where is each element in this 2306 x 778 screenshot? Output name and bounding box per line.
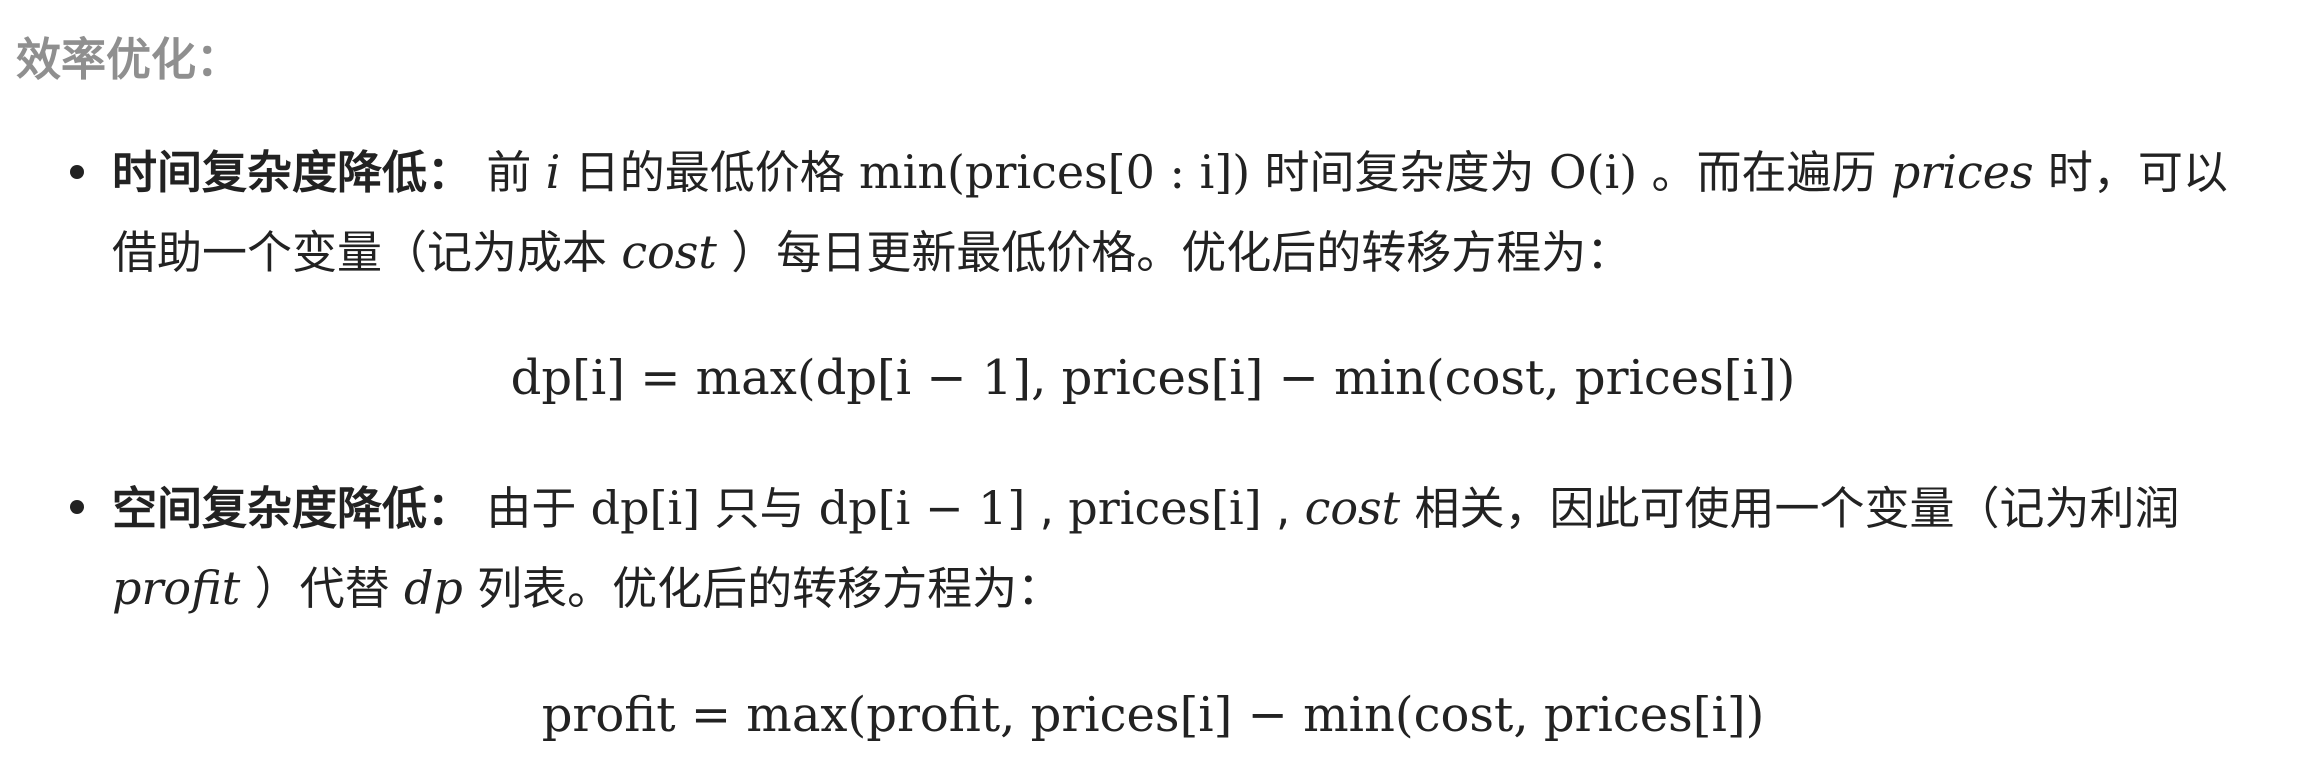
math-inline: prices[i] <box>1068 481 1262 535</box>
math-inline: cost <box>621 225 717 279</box>
document-page: 效率优化： 时间复杂度降低： 前 i 日的最低价格 min(prices[0 :… <box>0 0 2306 778</box>
text-span: , <box>1275 482 1291 535</box>
text-span: 时间复杂度为 <box>1264 146 1535 199</box>
math-inline: dp <box>403 561 463 615</box>
text-span: ）每日更新最低价格。优化后的转移方程为： <box>731 226 1632 279</box>
equation-1: dp[i] = max(dp[i − 1], prices[i] − min(c… <box>510 350 1796 406</box>
math-inline: prices <box>1890 145 2034 199</box>
math-inline: cost <box>1304 481 1401 535</box>
text-span: 列表。优化后的转移方程为： <box>477 562 1063 615</box>
item-1-lead: 时间复杂度降低： <box>112 146 473 199</box>
text-span: 由于 <box>486 482 577 535</box>
text-span: 时，可以 <box>2047 146 2228 199</box>
section-title: 效率优化： <box>16 33 242 86</box>
text-span: 相关，因此可使用一个变量（记为利润 <box>1414 482 2180 535</box>
math-inline: i <box>545 145 561 199</box>
text-span: 借助一个变量（记为成本 <box>112 226 608 279</box>
bullet-marker <box>70 165 84 179</box>
item-2-line-1: 空间复杂度降低： 由于 dp[i] 只与 dp[i − 1] , prices[… <box>112 476 2179 541</box>
math-inline: dp[i − 1] <box>818 481 1026 535</box>
math-inline: O(i) <box>1548 145 1638 199</box>
text-span: 。而在遍历 <box>1651 146 1877 199</box>
text-span: 日的最低价格 <box>574 146 845 199</box>
math-inline: min(prices[0 : i]) <box>859 145 1251 199</box>
equation-2: profit = max(profit, prices[i] − min(cos… <box>541 687 1765 743</box>
math-inline: dp[i] <box>590 481 701 535</box>
item-2-line-2: profit ）代替 dp 列表。优化后的转移方程为： <box>112 556 1062 621</box>
text-span: , <box>1039 482 1054 535</box>
item-2-lead: 空间复杂度降低： <box>112 482 473 535</box>
item-1-line-1: 时间复杂度降低： 前 i 日的最低价格 min(prices[0 : i]) 时… <box>112 140 2228 205</box>
bullet-marker <box>70 500 84 514</box>
text-span: 只与 <box>714 482 805 535</box>
text-span: 前 <box>486 146 532 199</box>
text-span: ）代替 <box>254 562 390 615</box>
item-1-line-2: 借助一个变量（记为成本 cost ）每日更新最低价格。优化后的转移方程为： <box>112 220 1631 285</box>
math-inline: profit <box>112 561 241 615</box>
